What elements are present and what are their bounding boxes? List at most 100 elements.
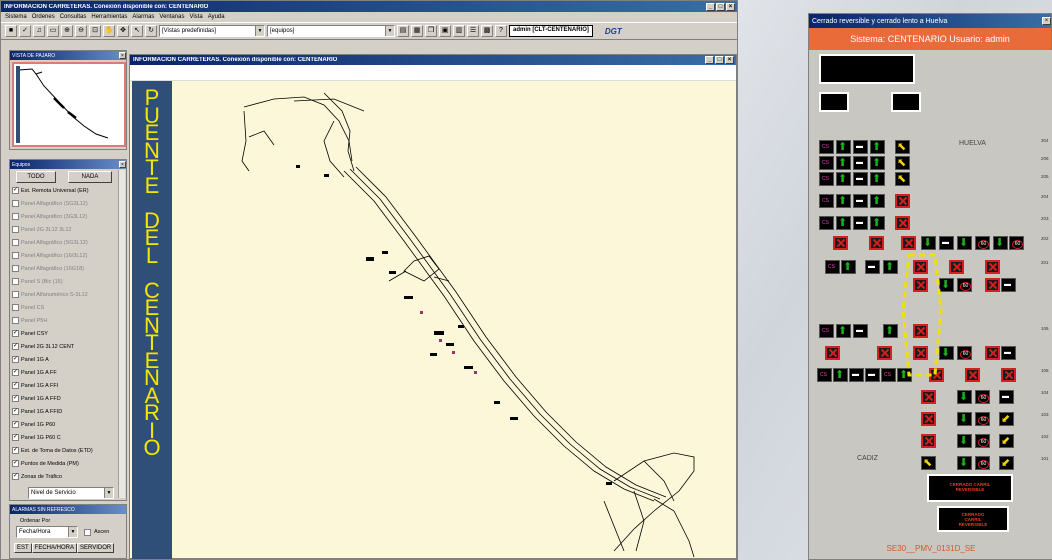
lane-signal[interactable]	[1001, 368, 1016, 382]
reversible-sign-2[interactable]: CERRADO CARRIL REVERSIBLE	[937, 506, 1009, 532]
lane-signal[interactable]	[853, 172, 868, 186]
lane-signal[interactable]	[985, 346, 1000, 360]
lane-signal[interactable]	[957, 456, 972, 470]
pointer-icon[interactable]: ↖	[131, 25, 143, 37]
views-combo[interactable]: [Vistas predefinidas] ▼	[159, 25, 265, 37]
lane-signal[interactable]	[825, 346, 840, 360]
layer-checkbox[interactable]	[12, 304, 19, 311]
todo-button[interactable]: TODO	[16, 171, 56, 183]
lane-signal[interactable]	[895, 156, 910, 170]
list-icon[interactable]: ☰	[467, 25, 479, 37]
lane-signal[interactable]	[836, 216, 851, 230]
top-message-sign[interactable]	[819, 54, 915, 84]
lane-signal[interactable]	[833, 368, 848, 382]
lane-signal[interactable]	[921, 390, 936, 404]
layer-checkbox[interactable]: ✓	[12, 330, 19, 337]
lane-signal[interactable]	[870, 194, 885, 208]
panel-icon[interactable]: ▩	[481, 25, 493, 37]
lane-signal[interactable]	[883, 260, 898, 274]
lane-signal[interactable]	[921, 434, 936, 448]
lane-signal[interactable]	[999, 456, 1014, 470]
lane-signal[interactable]	[939, 236, 954, 250]
layer-checkbox[interactable]: ✓	[12, 369, 19, 376]
layer-item[interactable]: Panel Alfagráfico (3G3L12)	[12, 210, 123, 223]
layer-checkbox[interactable]: ✓	[12, 408, 19, 415]
col-est[interactable]: EST	[14, 543, 32, 553]
lane-signal[interactable]	[957, 278, 972, 292]
monitor-icon[interactable]: ▭	[47, 25, 59, 37]
layer-item[interactable]: ✓ Panel 1G A FF	[12, 366, 123, 379]
nada-button[interactable]: NADA	[68, 171, 112, 183]
lane-signal[interactable]	[836, 194, 851, 208]
map-minimize-button[interactable]: _	[705, 56, 714, 64]
layer-item[interactable]: ✓ Panel 1G P60	[12, 418, 123, 431]
lane-signal[interactable]	[1001, 346, 1016, 360]
layer-item[interactable]: Panel S (Bic (16)	[12, 275, 123, 288]
lane-signal[interactable]	[865, 260, 880, 274]
lane-signal[interactable]	[849, 368, 864, 382]
layer-checkbox[interactable]	[12, 278, 19, 285]
menu-ventanas[interactable]: Ventanas	[159, 14, 184, 20]
stop-icon[interactable]: ■	[5, 25, 17, 37]
lane-signal[interactable]	[975, 412, 990, 426]
lane-signal[interactable]	[853, 324, 868, 338]
lane-signal[interactable]	[895, 216, 910, 230]
layer-checkbox[interactable]	[12, 265, 19, 272]
lane-signal[interactable]	[921, 412, 936, 426]
zoom-in-icon[interactable]: ⊕	[61, 25, 73, 37]
lane-signal[interactable]	[853, 216, 868, 230]
lane-signal[interactable]	[999, 390, 1014, 404]
lane-signal[interactable]	[975, 434, 990, 448]
lane-signal[interactable]	[853, 140, 868, 154]
layer-item[interactable]: ✓ Panel 2G 3L12 CENT	[12, 340, 123, 353]
minimize-button[interactable]: _	[706, 2, 715, 11]
overview-close-button[interactable]: ×	[119, 52, 126, 59]
lane-signal[interactable]	[819, 172, 834, 186]
lane-signal[interactable]	[1001, 278, 1016, 292]
help-icon[interactable]: ?	[495, 25, 507, 37]
lane-signal[interactable]	[853, 194, 868, 208]
layer-item[interactable]: ✓ Est. de Toma de Datos (ETD)	[12, 444, 123, 457]
layer-checkbox[interactable]	[12, 291, 19, 298]
map-close-button[interactable]: ×	[725, 56, 734, 64]
lane-signal[interactable]	[825, 260, 840, 274]
layer-checkbox[interactable]: ✓	[12, 434, 19, 441]
layer-item[interactable]: Panel Alfagráfico (SG3L12)	[12, 197, 123, 210]
layer-checkbox[interactable]: ✓	[12, 343, 19, 350]
lane-signal[interactable]	[895, 172, 910, 186]
equipos-scrollbar[interactable]	[118, 170, 125, 498]
menu-consultas[interactable]: Consultas	[60, 14, 87, 20]
layer-item[interactable]: ✓ Panel 1G A FFI	[12, 379, 123, 392]
lane-signal[interactable]	[870, 140, 885, 154]
layer-item[interactable]: Panel P5H	[12, 314, 123, 327]
layer-checkbox[interactable]: ✓	[12, 473, 19, 480]
lane-signal[interactable]	[870, 156, 885, 170]
menu-herramientas[interactable]: Herramientas	[91, 14, 127, 20]
lane-signal[interactable]	[833, 236, 848, 250]
move-icon[interactable]: ✥	[117, 25, 129, 37]
lane-signal[interactable]	[975, 236, 990, 250]
menu-alarmas[interactable]: Alarmas	[132, 14, 154, 20]
lane-signal[interactable]	[895, 194, 910, 208]
overview-minimap[interactable]	[12, 62, 126, 147]
col-servidor[interactable]: SERVIDOR	[77, 543, 115, 553]
layer-checkbox[interactable]	[12, 200, 19, 207]
col-fecha[interactable]: FECHA/HORA	[31, 543, 78, 553]
hand-icon[interactable]: ✋	[103, 25, 115, 37]
lane-signal[interactable]	[901, 236, 916, 250]
chart-icon[interactable]: ▥	[453, 25, 465, 37]
top-sign-right[interactable]	[891, 92, 921, 112]
menu-vista[interactable]: Vista	[189, 14, 202, 20]
lane-signal[interactable]	[949, 260, 964, 274]
bars-icon[interactable]: ▤	[397, 25, 409, 37]
layer-checkbox[interactable]	[12, 213, 19, 220]
lane-signal[interactable]	[881, 368, 896, 382]
lane-signal[interactable]	[957, 434, 972, 448]
layers-icon[interactable]: ❐	[425, 25, 437, 37]
layer-item[interactable]: Panel CS	[12, 301, 123, 314]
layer-checkbox[interactable]	[12, 252, 19, 259]
lane-signal[interactable]	[836, 140, 851, 154]
lane-signal[interactable]	[817, 368, 832, 382]
map-maximize-button[interactable]: □	[715, 56, 724, 64]
nivel-combo[interactable]: Nivel de Servicio ▼	[28, 487, 114, 499]
